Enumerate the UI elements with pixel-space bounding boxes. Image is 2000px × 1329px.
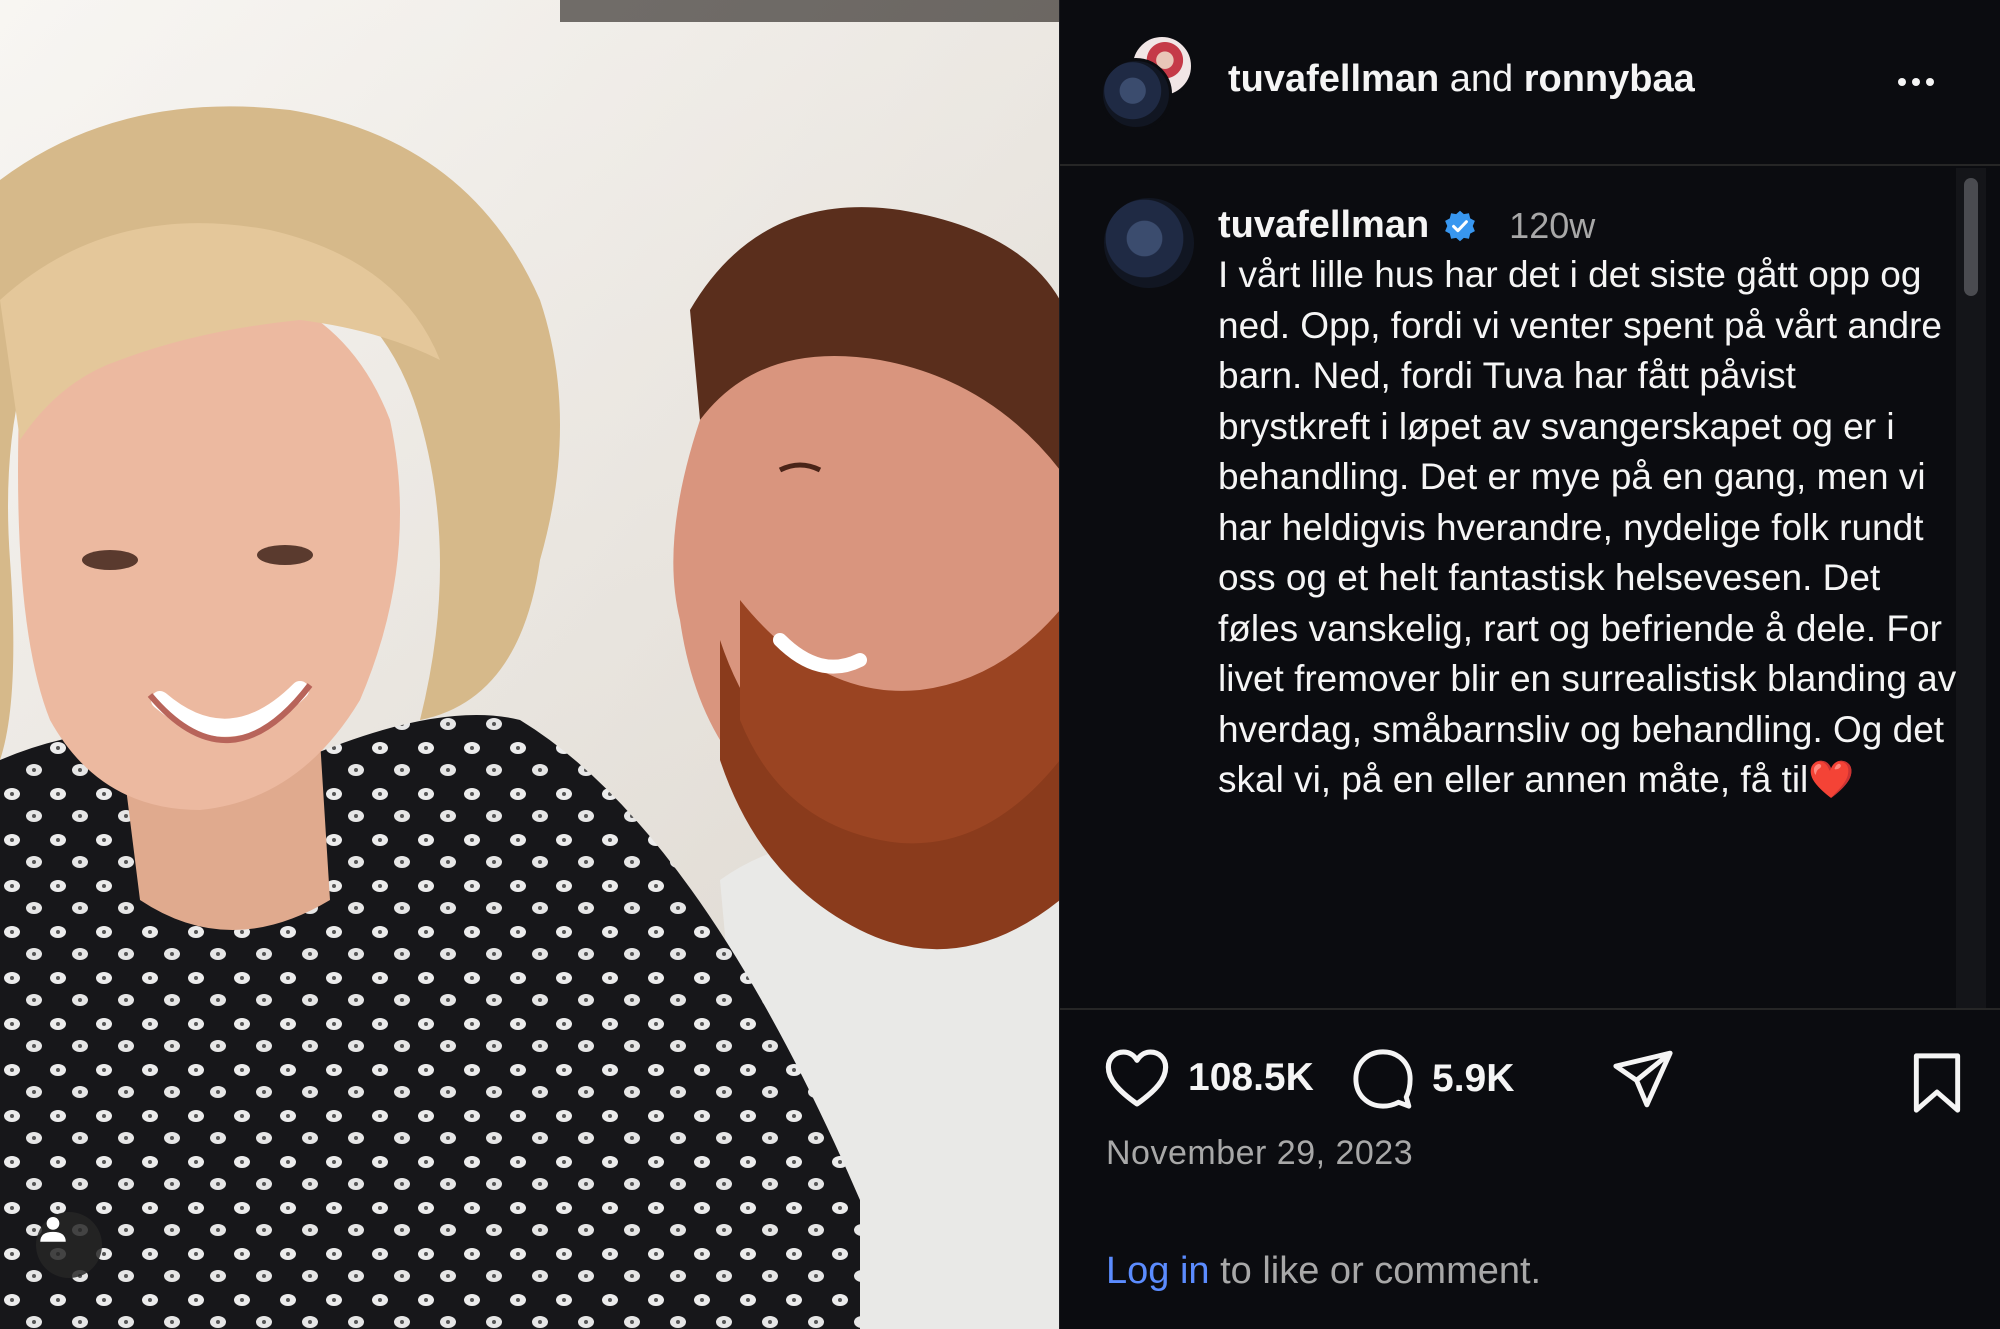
actions-divider: [1060, 1008, 2000, 1010]
action-bar: 108.5K 5.9K: [1104, 1048, 1964, 1120]
login-prompt-text: to like or comment.: [1209, 1250, 1542, 1292]
caption-user-row: tuvafellman 120w: [1218, 204, 1595, 247]
save-action: [1910, 1052, 1964, 1119]
login-prompt: Log in to like or comment.: [1106, 1250, 1541, 1293]
bookmark-icon[interactable]: [1910, 1052, 1964, 1114]
more-options-icon[interactable]: [1886, 62, 1946, 102]
heart-icon[interactable]: [1104, 1048, 1170, 1108]
comment-count[interactable]: 5.9K: [1432, 1057, 1514, 1101]
verified-badge-icon: [1445, 210, 1476, 241]
share-action: [1612, 1048, 1674, 1110]
caption-username[interactable]: tuvafellman: [1218, 204, 1429, 247]
caption-avatar[interactable]: [1104, 198, 1194, 288]
login-link[interactable]: Log in: [1106, 1250, 1210, 1292]
share-icon[interactable]: [1612, 1048, 1674, 1110]
collab-title: tuvafellman and ronnybaa: [1228, 58, 1695, 101]
dot: [1912, 78, 1920, 86]
scrollbar-thumb[interactable]: [1964, 178, 1978, 296]
caption-area: tuvafellman 120w I vårt lille hus har de…: [1060, 168, 2000, 1008]
avatar-tuvafellman[interactable]: [1100, 58, 1172, 130]
like-action: 108.5K: [1104, 1048, 1314, 1108]
comment-action: 5.9K: [1352, 1048, 1514, 1110]
caption-text: I vårt lille hus har det i det siste gåt…: [1218, 254, 1957, 800]
like-count[interactable]: 108.5K: [1188, 1056, 1314, 1100]
tagged-user-button[interactable]: [36, 1212, 102, 1278]
header-user2-link[interactable]: ronnybaa: [1524, 58, 1695, 100]
post-panel: tuvafellman and ronnybaa tuvafellman 120…: [1060, 0, 2000, 1329]
post-header: tuvafellman and ronnybaa: [1060, 0, 2000, 166]
post-photo[interactable]: [0, 0, 1060, 1329]
dot: [1926, 78, 1934, 86]
caption-timestamp[interactable]: 120w: [1509, 205, 1595, 247]
header-user1-link[interactable]: tuvafellman: [1228, 58, 1439, 100]
caption-scrollbar[interactable]: [1956, 168, 1986, 1008]
user-tag-icon: [40, 1216, 66, 1242]
comment-icon[interactable]: [1352, 1048, 1414, 1110]
photo-illustration: [0, 0, 1060, 1329]
post-date[interactable]: November 29, 2023: [1106, 1134, 1413, 1173]
collab-avatars[interactable]: [1100, 34, 1198, 132]
dot: [1898, 78, 1906, 86]
header-connector: and: [1449, 58, 1514, 100]
